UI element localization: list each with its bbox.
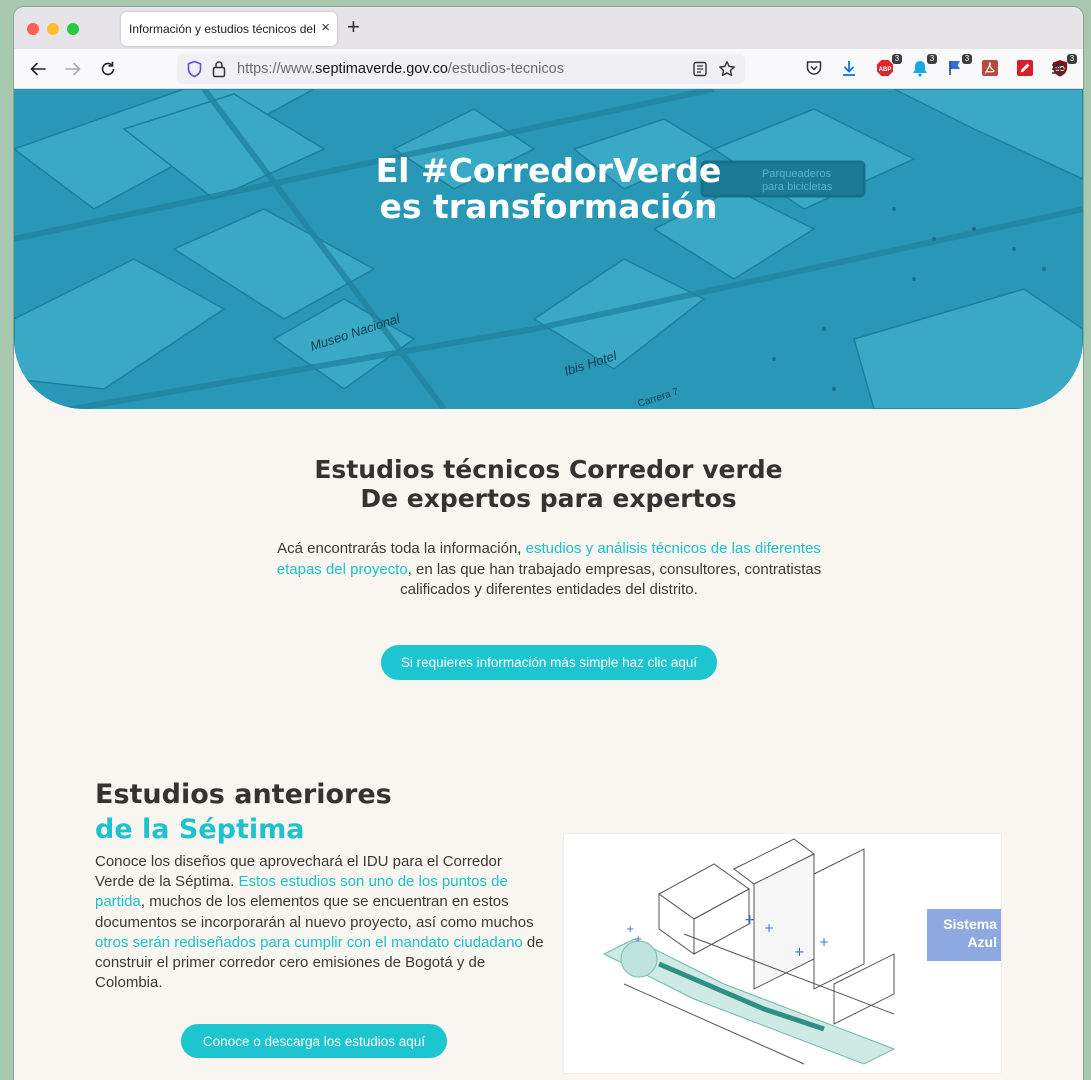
hero-map-illustration: Parqueaderos para bicicletas Museo Nacio…	[14, 89, 1083, 409]
sistema-azul-badge: Sistema Azul	[927, 909, 1001, 961]
corridor-illustration: + + + + + + Sistema Azul	[563, 833, 1002, 1074]
new-tab-button[interactable]: +	[347, 16, 360, 38]
zoom-window-button[interactable]	[67, 23, 79, 35]
flag-extension-icon[interactable]: 3	[946, 54, 972, 79]
minimize-window-button[interactable]	[47, 23, 59, 35]
section-title: Estudios técnicos Corredor verde De expe…	[14, 455, 1083, 513]
url-domain: septimaverde.gov.co	[315, 61, 448, 77]
svg-text:+: +	[794, 945, 805, 960]
desc-highlight2[interactable]: otros serán rediseñados para cumplir con…	[95, 934, 523, 951]
adblock-extension-icon[interactable]: ABP 3	[876, 54, 902, 79]
downloads-icon[interactable]	[840, 59, 860, 79]
section-title-line2: De expertos para expertos	[360, 484, 737, 513]
pocket-icon[interactable]	[805, 59, 825, 79]
reload-icon[interactable]	[96, 57, 120, 81]
reader-view-icon[interactable]	[692, 61, 708, 81]
url-text[interactable]: https://www.septimaverde.gov.co/estudios…	[237, 61, 564, 77]
pdf-extension-icon[interactable]	[981, 59, 1001, 79]
tab-close-icon[interactable]: ×	[321, 19, 330, 37]
page-content: Parqueaderos para bicicletas Museo Nacio…	[14, 89, 1083, 1080]
hero-title-line2: es transformación	[379, 187, 718, 226]
previous-studies-title: Estudios anteriores	[95, 779, 392, 810]
active-tab[interactable]: Información y estudios técnicos del ×	[121, 12, 337, 46]
intro-paragraph: Acá encontrarás toda la información, est…	[269, 539, 829, 601]
bookmark-star-icon[interactable]	[718, 60, 736, 82]
hero-title-line1: El #CorredorVerde	[375, 151, 722, 190]
desc-part3: , muchos de los elementos que se encuent…	[95, 893, 534, 931]
url-prefix: https://www.	[237, 61, 316, 77]
hero-title: El #CorredorVerde es transformación	[14, 153, 1083, 225]
svg-text:+: +	[634, 934, 642, 945]
navigation-bar: https://www.septimaverde.gov.co/estudios…	[14, 49, 1083, 89]
tracking-protection-icon[interactable]	[186, 60, 203, 82]
intro-text-after: , en las que han trabajado empresas, con…	[400, 560, 822, 599]
url-path: /estudios-tecnicos	[447, 61, 564, 77]
pencil-extension-icon[interactable]	[1016, 59, 1036, 79]
intro-text-before: Acá encontrarás toda la información,	[277, 540, 526, 557]
svg-text:+: +	[744, 912, 756, 928]
back-icon[interactable]	[26, 57, 50, 81]
svg-text:+: +	[819, 935, 829, 949]
previous-studies-paragraph: Conoce los diseños que aprovechará el ID…	[95, 852, 545, 993]
extension-badge: 3	[927, 54, 937, 64]
section-title-line1: Estudios técnicos Corredor verde	[314, 455, 783, 484]
forward-icon[interactable]	[61, 57, 85, 81]
download-studies-button[interactable]: Conoce o descarga los estudios aquí	[181, 1024, 447, 1058]
tab-title: Información y estudios técnicos del	[129, 22, 315, 36]
svg-text:ABP: ABP	[879, 67, 892, 73]
extension-badge: 3	[962, 54, 972, 64]
svg-text:+: +	[764, 921, 774, 935]
extension-badge: 3	[1067, 54, 1077, 64]
close-window-button[interactable]	[27, 23, 39, 35]
extension-badge: 3	[892, 54, 902, 64]
hero-banner: Parqueaderos para bicicletas Museo Nacio…	[14, 89, 1083, 409]
previous-studies-subtitle: de la Séptima	[95, 814, 305, 845]
browser-window: Información y estudios técnicos del × + …	[14, 7, 1083, 1080]
simple-info-button[interactable]: Si requieres información más simple haz …	[381, 645, 717, 680]
lock-icon[interactable]	[212, 60, 226, 82]
tab-bar: Información y estudios técnicos del × +	[14, 7, 1083, 49]
notification-extension-icon[interactable]: 3	[911, 54, 937, 79]
address-bar[interactable]: https://www.septimaverde.gov.co/estudios…	[177, 54, 745, 84]
